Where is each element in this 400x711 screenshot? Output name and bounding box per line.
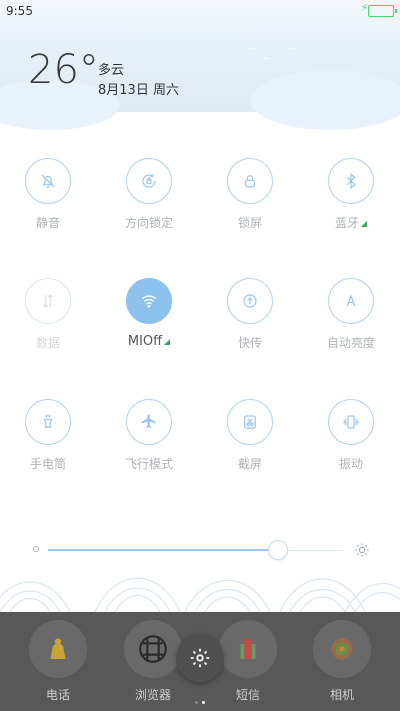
lock-icon xyxy=(227,158,273,204)
rotation-lock-icon xyxy=(126,158,172,204)
temperature[interactable]: 26° xyxy=(28,50,99,90)
toggle-label: MIOff xyxy=(99,334,199,350)
battery-icon: ⚡ xyxy=(361,3,397,17)
brightness-high-icon xyxy=(355,543,369,557)
browser-icon xyxy=(124,620,182,678)
toggle-airplane-mode[interactable]: 飞行模式 xyxy=(99,399,199,471)
phone-icon xyxy=(29,620,87,678)
toggle-label: 方向锁定 xyxy=(124,216,173,230)
toggle-label: 锁屏 xyxy=(237,216,262,230)
brightness-slider[interactable] xyxy=(32,538,372,562)
toggle-label: 快传 xyxy=(237,336,262,350)
app-label: 短信 xyxy=(235,688,260,702)
toggle-rotation-lock[interactable]: 方向锁定 xyxy=(99,158,199,230)
toggle-wifi[interactable]: MIOff xyxy=(99,278,199,350)
bell-off-icon xyxy=(25,158,71,204)
toggle-label: 手电筒 xyxy=(29,457,66,471)
toggle-flashlight[interactable]: 手电筒 xyxy=(0,399,98,471)
bluetooth-icon xyxy=(328,158,374,204)
slider-knob[interactable] xyxy=(268,540,289,560)
screenshot-icon xyxy=(227,399,273,445)
wifi-icon xyxy=(126,278,172,324)
app-label: 电话 xyxy=(45,688,70,702)
camera-icon xyxy=(313,620,371,678)
slider-fill xyxy=(48,549,278,551)
bird xyxy=(262,58,270,62)
bird xyxy=(248,48,256,52)
toggle-lock-screen[interactable]: 锁屏 xyxy=(200,158,300,230)
messages-icon xyxy=(219,620,277,678)
toggle-label: 截屏 xyxy=(237,457,262,471)
upload-icon xyxy=(227,278,273,324)
gear-icon xyxy=(190,648,210,668)
toggle-label: 静音 xyxy=(35,216,60,230)
app-camera[interactable]: 相机 xyxy=(292,620,392,703)
cloud xyxy=(250,70,400,130)
airplane-icon xyxy=(126,399,172,445)
bird xyxy=(288,48,296,52)
mobile-data-icon xyxy=(25,278,71,324)
toggle-label: 蓝牙 xyxy=(301,214,400,230)
toggle-quick-share[interactable]: 快传 xyxy=(200,278,300,350)
page-indicator xyxy=(193,689,207,708)
toggle-bluetooth[interactable]: 蓝牙 xyxy=(301,158,400,230)
wave-decoration xyxy=(0,577,400,612)
app-label: 相机 xyxy=(329,688,354,702)
toggle-auto-brightness[interactable]: 自动亮度 xyxy=(301,278,400,350)
date-text: 8月13日 周六 xyxy=(98,83,179,98)
toggle-label: 飞行模式 xyxy=(124,457,173,471)
status-time: 9:55 xyxy=(6,4,33,18)
toggle-label: 数据 xyxy=(35,336,60,350)
toggle-label: 自动亮度 xyxy=(326,336,375,350)
weather-condition: 多云 xyxy=(98,63,125,78)
vibrate-icon xyxy=(328,399,374,445)
toggle-label: 振动 xyxy=(338,457,363,471)
app-phone[interactable]: 电话 xyxy=(8,620,108,703)
status-bar: 9:55 ⚡ xyxy=(0,0,400,24)
app-label: 浏览器 xyxy=(134,688,171,702)
toggle-screenshot[interactable]: 截屏 xyxy=(200,399,300,471)
toggle-vibrate[interactable]: 振动 xyxy=(301,399,400,471)
page-dot-active xyxy=(202,701,205,704)
toggle-mobile-data[interactable]: 数据 xyxy=(0,278,98,350)
flashlight-icon xyxy=(25,399,71,445)
signal-indicator-icon xyxy=(361,221,367,227)
brightness-low-icon xyxy=(33,546,39,552)
settings-button[interactable] xyxy=(176,634,224,682)
page-dot xyxy=(195,701,198,704)
signal-indicator-icon xyxy=(164,339,171,345)
auto-brightness-icon xyxy=(328,278,374,324)
toggle-silent[interactable]: 静音 xyxy=(0,158,98,230)
